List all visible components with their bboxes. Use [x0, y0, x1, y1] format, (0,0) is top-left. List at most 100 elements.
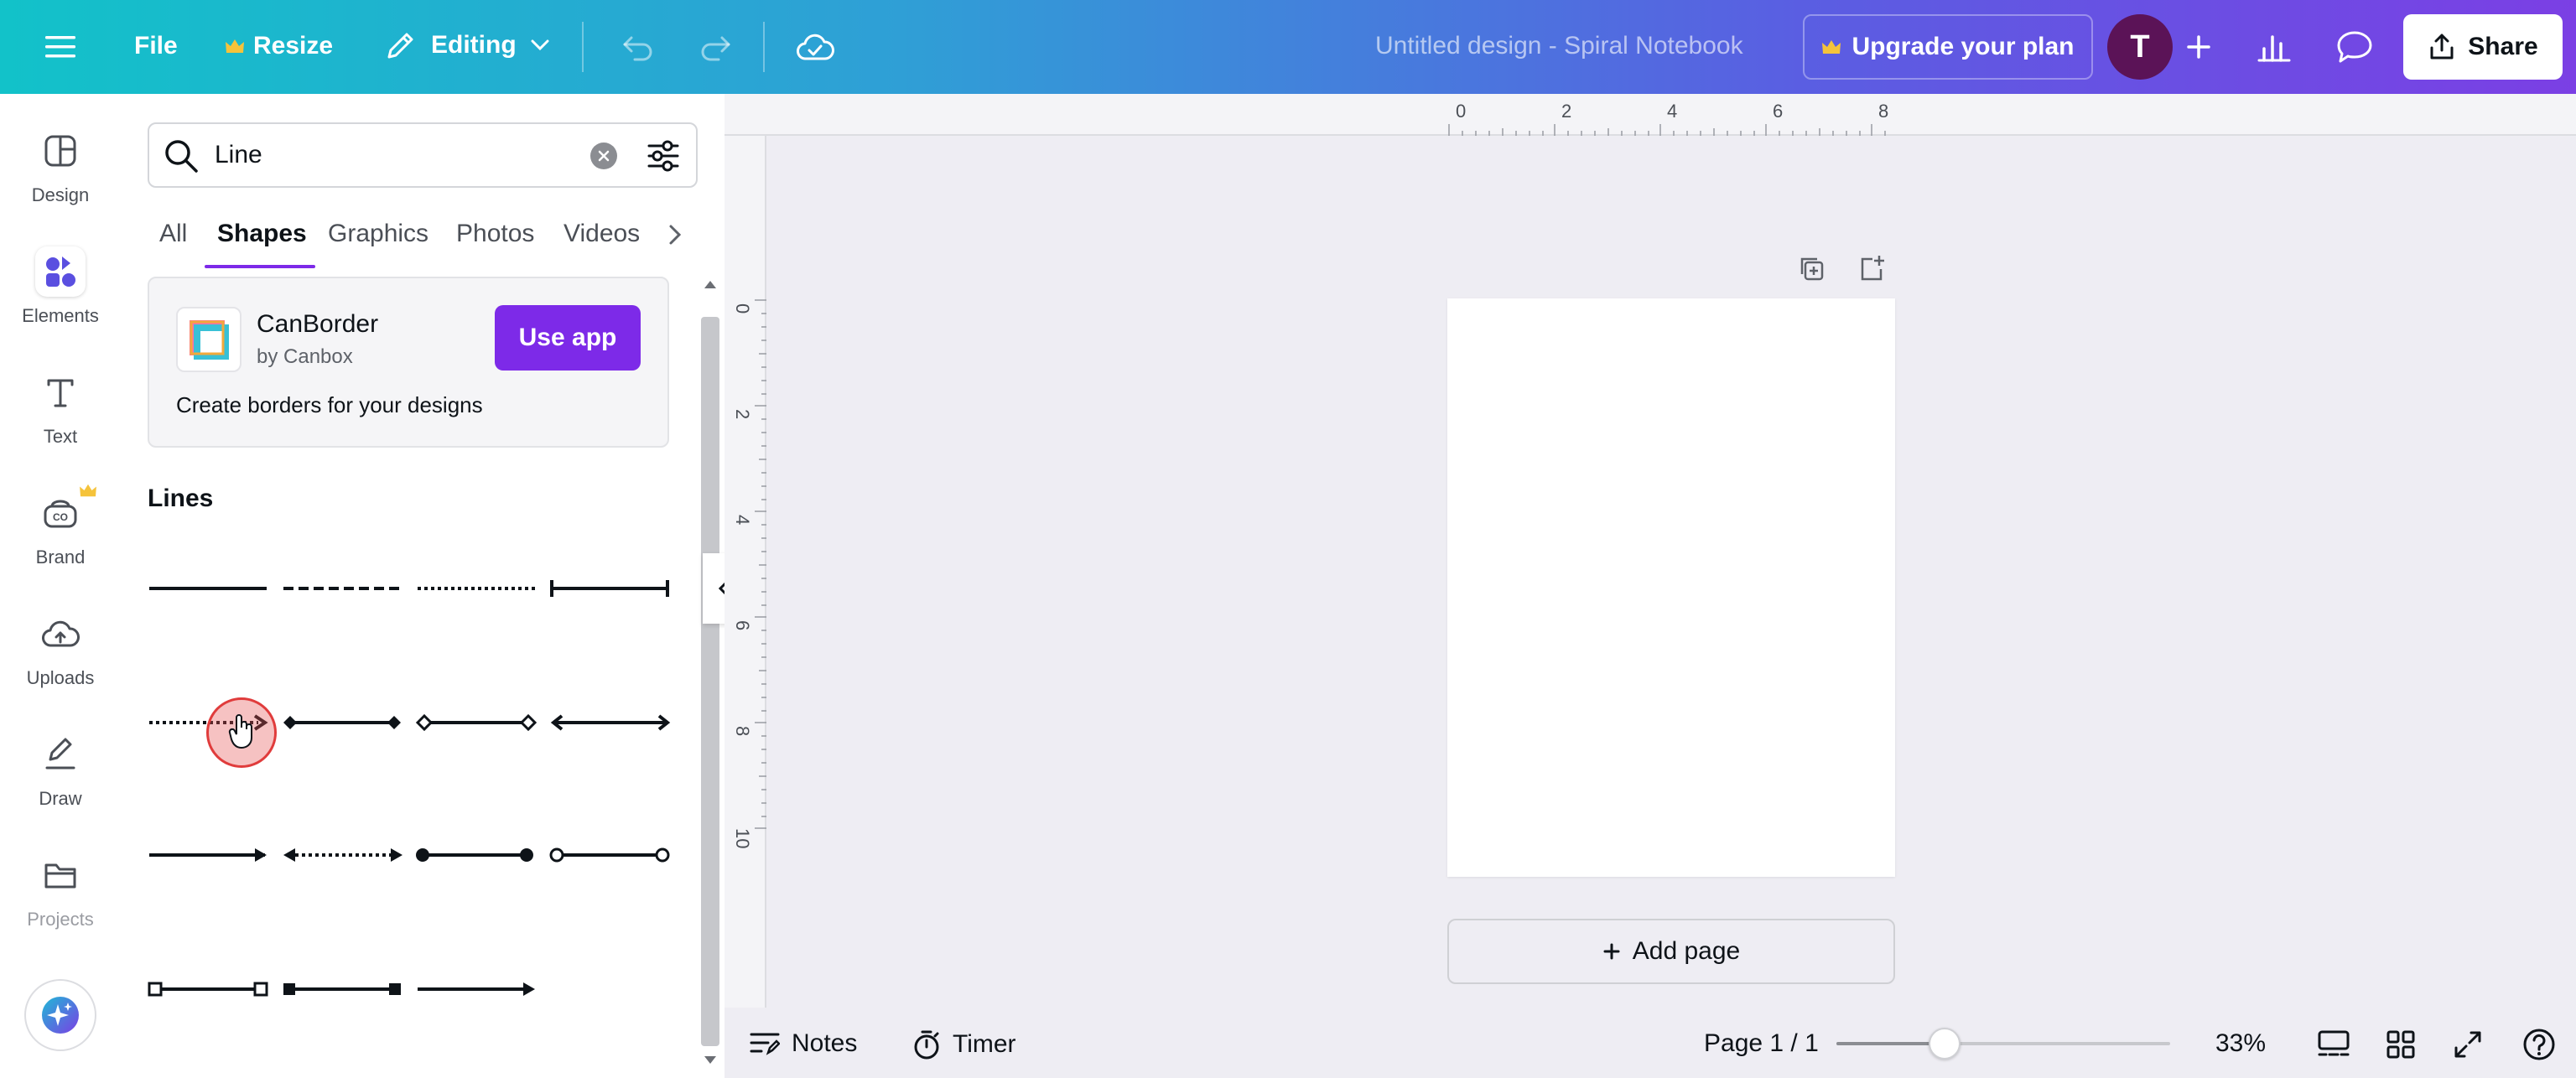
- editing-mode-button[interactable]: Editing: [384, 29, 550, 62]
- notes-label: Notes: [792, 1029, 858, 1057]
- design-title[interactable]: Untitled design - Spiral Notebook: [1375, 32, 1743, 60]
- share-upload-icon: [2430, 34, 2454, 60]
- line-square-ends[interactable]: [283, 983, 401, 995]
- tab-photos[interactable]: Photos: [456, 220, 534, 248]
- redo-button[interactable]: [694, 27, 736, 69]
- rail-label: Elements: [22, 305, 99, 326]
- scrollbar-thumb[interactable]: [701, 317, 719, 1046]
- line-hollow-square-ends[interactable]: [148, 982, 268, 997]
- duplicate-page-button[interactable]: [1794, 251, 1828, 285]
- tab-all[interactable]: All: [159, 220, 187, 248]
- main-menu-button[interactable]: [37, 29, 84, 65]
- crown-icon: [80, 484, 96, 497]
- magic-assistant-button[interactable]: [24, 979, 96, 1051]
- resize-button[interactable]: Resize: [225, 32, 333, 60]
- comments-button[interactable]: [2323, 22, 2386, 72]
- ruler-label: 4: [732, 515, 753, 526]
- tab-shapes[interactable]: Shapes: [217, 220, 307, 248]
- rail-item-text[interactable]: Text: [0, 367, 121, 448]
- svg-text:CO: CO: [53, 511, 68, 523]
- folder-icon: [35, 850, 86, 900]
- timer-button[interactable]: Timer: [912, 1029, 1016, 1060]
- upgrade-plan-button[interactable]: Upgrade your plan: [1803, 14, 2093, 80]
- notes-icon: [750, 1033, 780, 1055]
- rail-item-uploads[interactable]: Uploads: [0, 609, 121, 689]
- zoom-slider-fill: [1836, 1042, 1944, 1045]
- rail-label: Brand: [35, 547, 86, 568]
- line-dotted-double-arrow[interactable]: [283, 848, 402, 862]
- ruler-label: 6: [732, 620, 753, 631]
- add-page-top-button[interactable]: [1855, 251, 1888, 285]
- ruler-label: 0: [732, 303, 753, 314]
- file-menu-button[interactable]: File: [134, 32, 178, 60]
- user-avatar[interactable]: T: [2107, 14, 2173, 80]
- rail-label: Design: [31, 184, 90, 205]
- filter-button[interactable]: [642, 136, 684, 176]
- comment-icon: [2337, 31, 2372, 63]
- search-icon: [165, 140, 198, 173]
- help-icon: [2523, 1029, 2555, 1060]
- plus-icon: [1603, 943, 1620, 960]
- add-page-button[interactable]: Add page: [1447, 919, 1895, 984]
- line-diamond-ends[interactable]: [283, 716, 401, 729]
- clear-search-button[interactable]: [590, 143, 617, 169]
- save-status-button[interactable]: [792, 25, 839, 69]
- insights-button[interactable]: [2242, 22, 2306, 72]
- scroll-down-icon[interactable]: [701, 1053, 719, 1068]
- page-view-icon: [2318, 1030, 2350, 1056]
- line-hollow-diamond-ends[interactable]: [415, 713, 538, 732]
- rail-item-design[interactable]: Design: [0, 126, 121, 206]
- tab-graphics[interactable]: Graphics: [328, 220, 428, 248]
- tabs-scroll-right-button[interactable]: [662, 220, 688, 250]
- help-button[interactable]: [2519, 1024, 2559, 1065]
- sliders-icon: [647, 140, 679, 172]
- resize-label: Resize: [253, 32, 334, 60]
- rail-item-projects[interactable]: Projects: [0, 850, 121, 930]
- rail-label: Uploads: [26, 667, 95, 688]
- hand-cursor-icon: [228, 714, 252, 749]
- toolbar-divider: [763, 22, 765, 72]
- chevron-right-icon: [669, 225, 682, 245]
- line-arrow[interactable]: [149, 848, 267, 862]
- share-button[interactable]: Share: [2403, 14, 2563, 80]
- lines-section-heading: Lines: [148, 485, 214, 512]
- notes-button[interactable]: Notes: [750, 1029, 857, 1058]
- close-icon: [598, 150, 610, 162]
- timer-label: Timer: [953, 1030, 1016, 1058]
- promo-description: Create borders for your designs: [176, 392, 483, 417]
- editing-label: Editing: [431, 31, 517, 59]
- ruler-label: 0: [1456, 101, 1467, 122]
- grid-view-button[interactable]: [2381, 1024, 2420, 1065]
- rail-item-elements[interactable]: Elements: [0, 246, 121, 327]
- line-solid[interactable]: [148, 573, 268, 599]
- rail-item-brand[interactable]: CO Brand: [0, 484, 121, 568]
- scroll-up-icon[interactable]: [701, 277, 719, 292]
- use-app-button[interactable]: Use app: [495, 305, 641, 371]
- line-bar-ends[interactable]: [550, 573, 671, 599]
- undo-button[interactable]: [617, 27, 659, 69]
- lines-grid: [148, 573, 671, 997]
- fullscreen-button[interactable]: [2449, 1024, 2487, 1065]
- crown-icon: [226, 39, 244, 53]
- ruler-ticks: [755, 299, 766, 829]
- line-dotted[interactable]: [416, 573, 537, 599]
- zoom-slider-thumb[interactable]: [1929, 1028, 1961, 1060]
- duplicate-icon: [1800, 257, 1824, 281]
- design-page[interactable]: [1447, 298, 1895, 877]
- design-icon: [35, 126, 86, 176]
- ruler-label: 6: [1773, 101, 1784, 122]
- page-indicator[interactable]: Page 1 / 1: [1704, 1029, 1819, 1058]
- cloud-upload-icon: [35, 609, 86, 659]
- elements-icon: [35, 246, 86, 297]
- tab-videos[interactable]: Videos: [564, 220, 640, 248]
- invite-button[interactable]: [2177, 25, 2220, 69]
- rail-item-draw[interactable]: Draw: [0, 729, 121, 810]
- zoom-level[interactable]: 33%: [2215, 1029, 2266, 1058]
- line-dashed[interactable]: [282, 573, 402, 599]
- line-double-arrow[interactable]: [550, 714, 671, 731]
- page-view-button[interactable]: [2313, 1024, 2355, 1065]
- line-thin-arrow[interactable]: [418, 982, 535, 996]
- line-dot-ends[interactable]: [416, 848, 533, 862]
- line-hollow-circle-ends[interactable]: [549, 847, 670, 863]
- text-icon: [35, 367, 86, 417]
